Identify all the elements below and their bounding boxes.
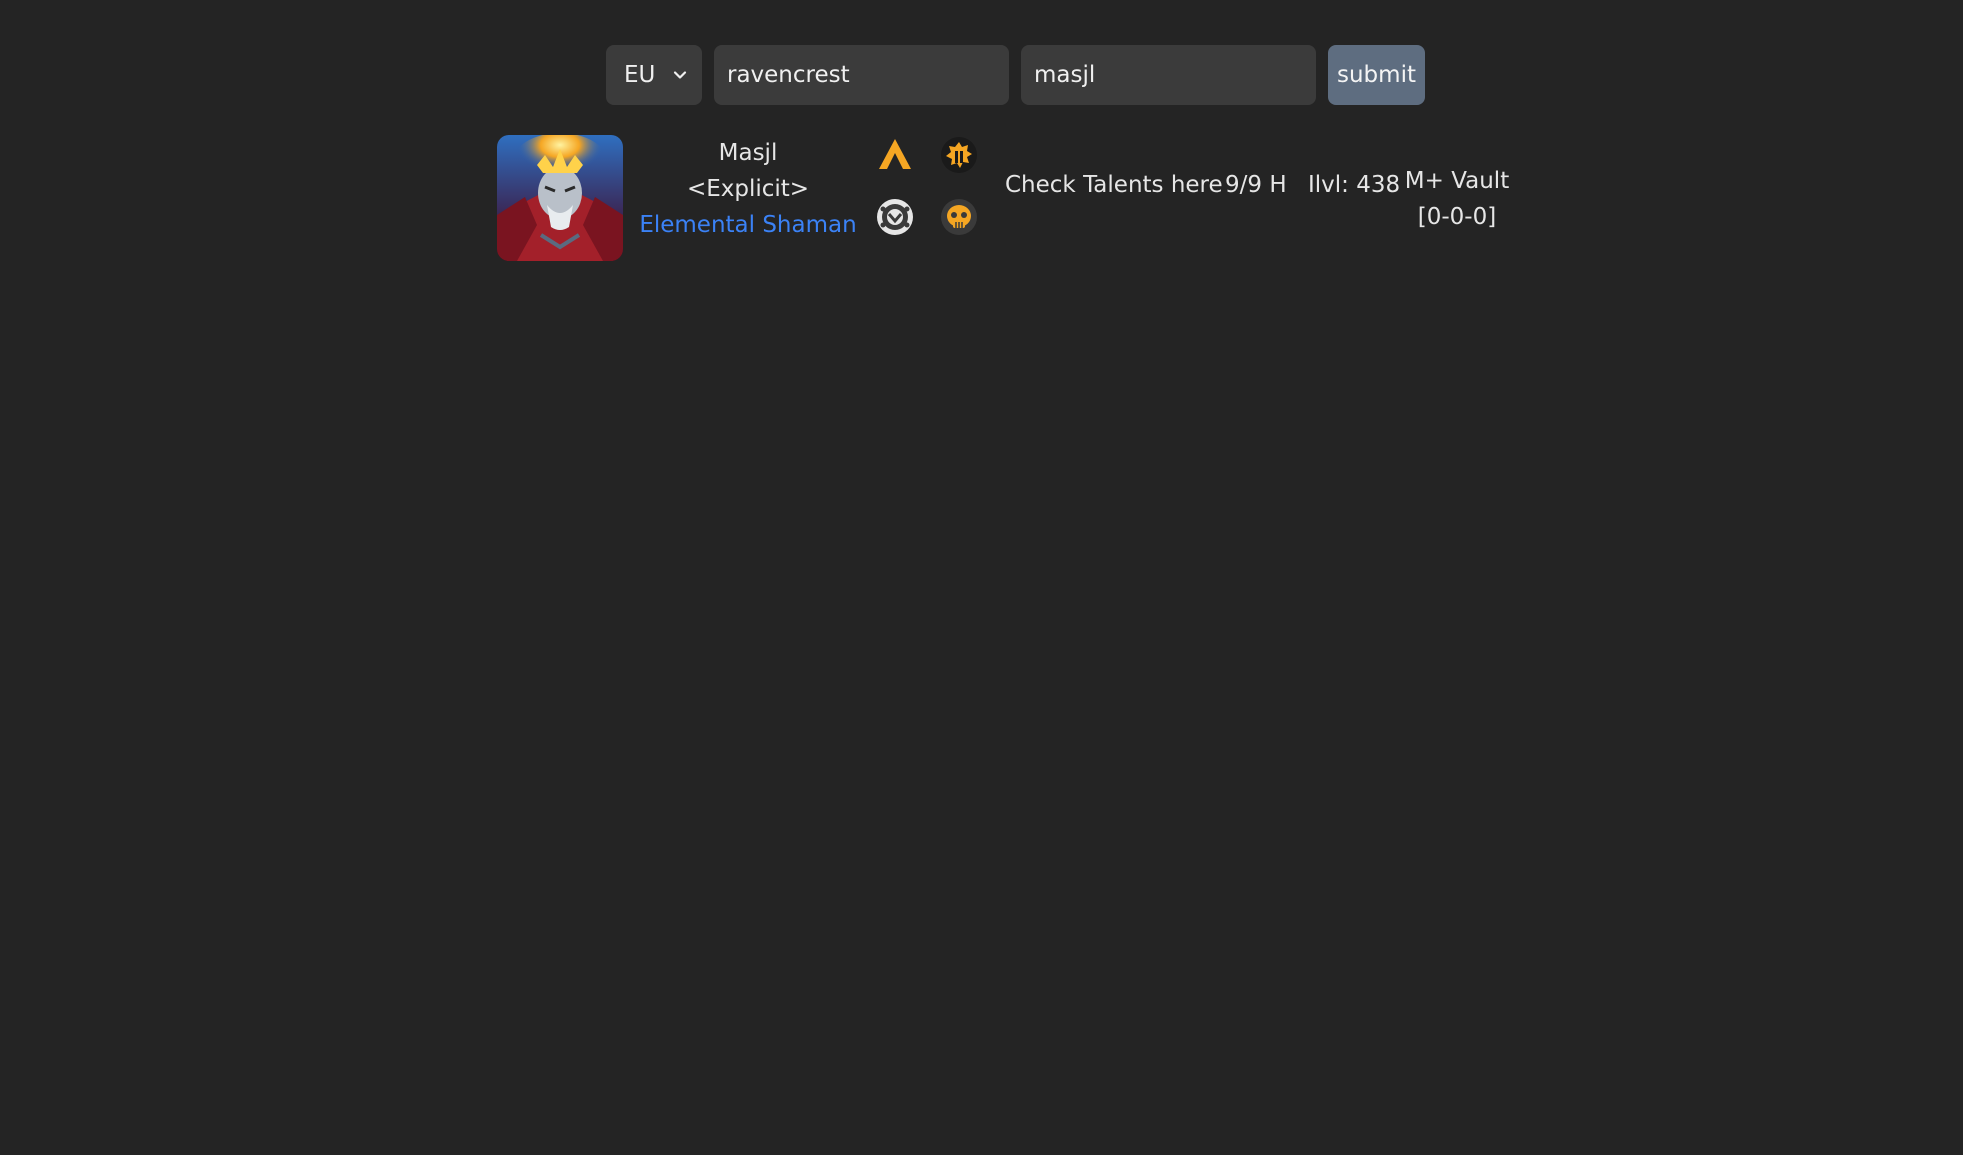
checkpvp-icon[interactable] [939, 197, 979, 237]
character-input[interactable]: masjl [1021, 45, 1316, 105]
character-portrait-image [497, 135, 623, 261]
guild-name: <Explicit> [686, 176, 810, 202]
spec-class-link[interactable]: Elemental Shaman [637, 207, 859, 243]
realm-input[interactable]: ravencrest [714, 45, 1009, 105]
character-summary: Masjl <Explicit> Elemental Shaman Check … [497, 135, 1547, 261]
region-select[interactable]: EU [606, 45, 702, 105]
character-identity: Masjl <Explicit> Elemental Shaman [637, 135, 859, 243]
item-level: Ilvl: 438 [1308, 172, 1401, 198]
avatar [497, 135, 623, 261]
raiderio-icon[interactable] [939, 135, 979, 175]
chevron-down-icon [673, 71, 687, 79]
character-input-value: masjl [1034, 62, 1096, 88]
warcraftlogs-icon[interactable] [875, 135, 915, 175]
character-name: Masjl [718, 140, 778, 166]
realm-input-value: ravencrest [727, 62, 850, 88]
mplus-vault: M+ Vault [0-0-0] [1402, 163, 1512, 235]
talents-link[interactable]: Check Talents here [1005, 167, 1223, 203]
region-select-value: EU [624, 62, 656, 88]
search-bar: EU ravencrest masjl submit [606, 45, 1425, 105]
vault-value: [0-0-0] [1417, 204, 1497, 230]
wowhead-icon[interactable] [875, 197, 915, 237]
raid-progress: 9/9 H [1225, 172, 1287, 198]
external-links [875, 135, 979, 261]
vault-label: M+ Vault [1404, 168, 1510, 194]
submit-button[interactable]: submit [1328, 45, 1425, 105]
